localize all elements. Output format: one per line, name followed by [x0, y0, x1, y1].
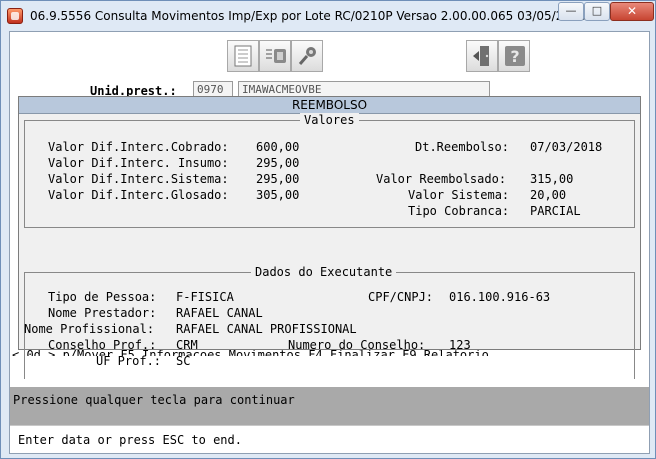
- dt-reembolso-label: Dt.Reembolso:: [415, 140, 509, 154]
- uf-prof-label: UF Prof.:: [96, 354, 162, 368]
- nome-prestador-label: Nome Prestador:: [48, 306, 157, 320]
- valor-sistema-interc-label: Valor Dif.Interc.Sistema:: [48, 172, 229, 186]
- nome-prestador-value: RAFAEL CANAL: [176, 306, 263, 320]
- valor-sistema-interc-value: 295,00: [256, 172, 300, 186]
- close-icon: ✕: [626, 4, 638, 18]
- export-list-button[interactable]: [259, 40, 291, 72]
- application-window: 06.9.5556 Consulta Movimentos Imp/Exp po…: [0, 0, 656, 459]
- executante-title: Dados do Executante: [251, 265, 397, 279]
- svg-text:?: ?: [510, 47, 519, 66]
- numero-conselho-value: 123: [449, 338, 471, 352]
- dialog-title: REEMBOLSO: [19, 97, 640, 114]
- exit-door-icon: [473, 46, 489, 66]
- valores-title: Valores: [300, 113, 359, 127]
- executante-group: Dados do Executante Tipo de Pessoa: F-FI…: [24, 265, 635, 379]
- search-key-icon: [298, 47, 316, 65]
- window-title: 06.9.5556 Consulta Movimentos Imp/Exp po…: [30, 9, 618, 23]
- valor-cobrado-value: 600,00: [256, 140, 300, 154]
- valor-glosado-label: Valor Dif.Interc.Glosado:: [48, 188, 229, 202]
- tipo-cobranca-value: PARCIAL: [530, 204, 581, 218]
- valor-sistema-label: Valor Sistema:: [408, 188, 510, 202]
- nome-profissional-label: Nome Profissional:: [24, 322, 155, 336]
- valor-insumo-value: 295,00: [256, 156, 300, 170]
- help-button[interactable]: ?: [498, 40, 530, 72]
- cpf-cnpj-label: CPF/CNPJ:: [368, 290, 434, 304]
- conselho-prof-label: Conselho Prof.:: [48, 338, 157, 352]
- status-message: Pressione qualquer tecla para continuar: [13, 393, 295, 407]
- title-bar[interactable]: 06.9.5556 Consulta Movimentos Imp/Exp po…: [1, 1, 655, 31]
- exit-button[interactable]: [466, 40, 498, 72]
- maximize-icon: □: [591, 4, 603, 17]
- conselho-prof-value: CRM: [176, 338, 198, 352]
- status-message-bar: Pressione qualquer tecla para continuar: [10, 387, 649, 425]
- uf-prof-value: SC: [176, 354, 191, 368]
- close-button[interactable]: ✕: [610, 2, 654, 21]
- valor-glosado-value: 305,00: [256, 188, 300, 202]
- maximize-button[interactable]: □: [584, 2, 610, 21]
- tipo-cobranca-label: Tipo Cobranca:: [408, 204, 510, 218]
- minimize-icon: —: [565, 4, 577, 17]
- list-export-icon: [266, 49, 286, 63]
- valores-group: Valores Valor Dif.Interc.Cobrado: 600,00…: [24, 113, 635, 228]
- tipo-pessoa-label: Tipo de Pessoa:: [48, 290, 157, 304]
- terminal-client-area: ? Unid.prest.: 0970 IMAWACMEOVBE < 0d > …: [9, 31, 650, 454]
- valor-reembolsado-label: Valor Reembolsado:: [376, 172, 507, 186]
- valor-cobrado-label: Valor Dif.Interc.Cobrado:: [48, 140, 229, 154]
- dt-reembolso-value: 07/03/2018: [530, 140, 603, 154]
- reembolso-dialog: REEMBOLSO Valores Valor Dif.Interc.Cobra…: [18, 96, 641, 379]
- numero-conselho-label: Numero do Conselho:: [288, 338, 426, 352]
- sort-button[interactable]: [227, 40, 259, 72]
- help-icon: ?: [505, 46, 525, 66]
- minimize-button[interactable]: —: [558, 2, 584, 21]
- search-button[interactable]: [291, 40, 323, 72]
- footer-prompt: Enter data or press ESC to end.: [18, 433, 242, 447]
- valor-sistema-value: 20,00: [530, 188, 567, 202]
- tipo-pessoa-value: F-FISICA: [176, 290, 234, 304]
- nome-profissional-value: RAFAEL CANAL PROFISSIONAL: [176, 322, 357, 336]
- valor-reembolsado-value: 315,00: [530, 172, 574, 186]
- cpf-cnpj-value: 016.100.916-63: [449, 290, 551, 304]
- app-icon: [7, 8, 23, 24]
- footer-divider: [10, 425, 649, 426]
- valor-insumo-label: Valor Dif.Interc. Insumo:: [48, 156, 229, 170]
- sort-az-icon: [234, 45, 252, 67]
